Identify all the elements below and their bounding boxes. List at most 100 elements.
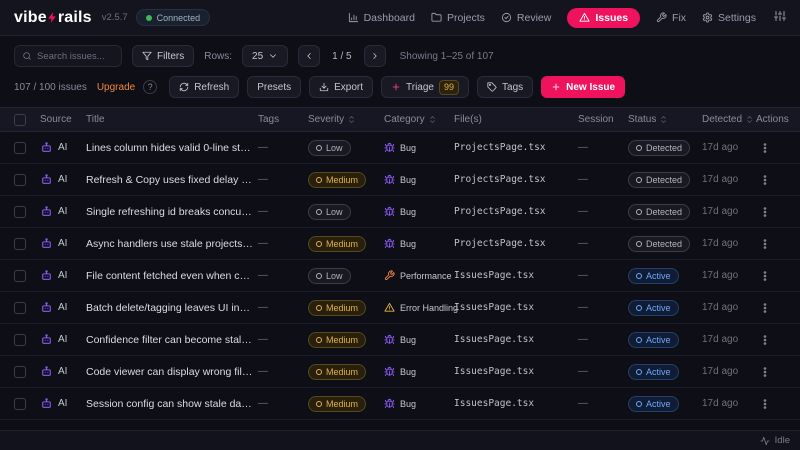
row-menu-button[interactable] <box>756 235 774 253</box>
issue-row[interactable]: AI Refresh & Copy uses fixed delay inste… <box>0 164 800 196</box>
kebab-menu-icon <box>763 206 767 217</box>
plus-icon <box>552 83 560 91</box>
issue-title: Session config can show stale data after… <box>86 397 254 410</box>
row-checkbox[interactable] <box>14 365 26 378</box>
status-badge: Detected <box>628 235 691 252</box>
issue-row[interactable]: AI Lines column hides valid 0-line stats… <box>0 132 800 164</box>
row-checkbox[interactable] <box>14 269 26 282</box>
quota-text: 107 / 100 issues <box>14 81 87 93</box>
source-cell: AI <box>40 365 82 378</box>
select-all-checkbox[interactable] <box>14 113 26 126</box>
severity-dot-icon <box>316 272 322 279</box>
issue-title: Batch delete/tagging leaves UI inconsist… <box>86 301 254 314</box>
source-label: AI <box>58 238 68 249</box>
col-status[interactable]: Status <box>628 114 698 125</box>
row-checkbox[interactable] <box>14 237 26 250</box>
nav-item-dashboard[interactable]: Dashboard <box>348 12 415 24</box>
presets-button[interactable]: Presets <box>247 76 302 98</box>
upgrade-link[interactable]: Upgrade <box>97 82 135 93</box>
main-nav: Dashboard Projects Review Issues Fix Set… <box>348 7 786 28</box>
search-icon <box>23 52 31 60</box>
severity-badge: Medium <box>308 395 367 412</box>
detected-cell: 17d ago <box>702 270 739 281</box>
bug-icon <box>384 366 395 377</box>
issue-row[interactable]: AI Batch delete/tagging leaves UI incons… <box>0 292 800 324</box>
sliders-button[interactable] <box>774 10 786 25</box>
row-menu-button[interactable] <box>756 363 774 381</box>
nav-item-review[interactable]: Review <box>501 12 551 24</box>
row-menu-button[interactable] <box>756 299 774 317</box>
kebab-menu-icon <box>763 398 767 409</box>
source-label: AI <box>58 142 68 153</box>
refresh-button[interactable]: Refresh <box>169 76 240 98</box>
tags-button[interactable]: Tags <box>477 76 534 98</box>
kebab-menu-icon <box>763 142 767 153</box>
category-cell: Performance <box>384 270 452 281</box>
dashboard-icon <box>348 12 358 23</box>
col-severity[interactable]: Severity <box>308 114 380 125</box>
status-dot-icon <box>636 240 642 247</box>
row-checkbox[interactable] <box>14 141 26 154</box>
row-menu-button[interactable] <box>756 331 774 349</box>
row-menu-button[interactable] <box>756 267 774 285</box>
category-label: Bug <box>400 174 417 185</box>
row-checkbox[interactable] <box>14 301 26 314</box>
row-menu-button[interactable] <box>756 171 774 189</box>
tags-cell: — <box>258 238 268 249</box>
source-cell: AI <box>40 141 82 154</box>
source-label: AI <box>58 398 68 409</box>
source-cell: AI <box>40 301 82 314</box>
file-cell: ProjectsPage.tsx <box>454 174 546 185</box>
nav-item-settings[interactable]: Settings <box>702 12 756 24</box>
detected-cell: 17d ago <box>702 174 739 185</box>
row-checkbox[interactable] <box>14 173 26 186</box>
source-cell: AI <box>40 205 82 218</box>
triage-button[interactable]: Triage 99 <box>381 76 470 98</box>
next-page-button[interactable] <box>363 45 386 67</box>
col-detected[interactable]: Detected <box>702 114 752 125</box>
issues-table-body: AI Lines column hides valid 0-line stats… <box>0 132 800 420</box>
row-checkbox[interactable] <box>14 397 26 410</box>
issue-row[interactable]: AI Single refreshing id breaks concurren… <box>0 196 800 228</box>
help-button[interactable]: ? <box>143 80 158 94</box>
issue-row[interactable]: AI Async handlers use stale projects sta… <box>0 228 800 260</box>
rows-select[interactable]: 25 <box>242 45 289 67</box>
source-label: AI <box>58 206 68 217</box>
gear-icon <box>702 12 713 23</box>
nav-item-projects[interactable]: Projects <box>431 12 485 24</box>
folder-icon <box>431 12 442 22</box>
row-checkbox[interactable] <box>14 333 26 346</box>
col-category[interactable]: Category <box>384 114 450 125</box>
severity-badge: Low <box>308 203 351 220</box>
nav-item-issues[interactable]: Issues <box>567 7 641 28</box>
nav-item-fix[interactable]: Fix <box>656 12 686 24</box>
issue-row[interactable]: AI Code viewer can display wrong file du… <box>0 356 800 388</box>
row-checkbox[interactable] <box>14 205 26 218</box>
issue-title: Lines column hides valid 0-line stats <box>86 141 254 154</box>
filters-button[interactable]: Filters <box>132 45 195 67</box>
category-cell: Bug <box>384 398 450 409</box>
issue-row[interactable]: AI File content fetched even when code p… <box>0 260 800 292</box>
search-input[interactable] <box>37 50 114 62</box>
export-button[interactable]: Export <box>309 76 374 98</box>
prev-page-button[interactable] <box>298 45 321 67</box>
category-cell: Bug <box>384 334 450 345</box>
new-issue-button[interactable]: New Issue <box>541 76 626 98</box>
category-cell: Bug <box>384 142 450 153</box>
bug-icon <box>384 142 395 153</box>
row-menu-button[interactable] <box>756 395 774 413</box>
connection-status: Connected <box>135 9 211 26</box>
search-box[interactable] <box>14 45 122 67</box>
session-cell: — <box>578 366 588 377</box>
app-logo: vibe rails <box>14 9 92 27</box>
row-menu-button[interactable] <box>756 203 774 221</box>
app-version: v2.5.7 <box>101 12 128 23</box>
tags-cell: — <box>258 334 268 345</box>
tags-cell: — <box>258 206 268 217</box>
source-cell: AI <box>40 397 82 410</box>
ai-robot-icon <box>42 206 51 216</box>
issue-row[interactable]: AI Confidence filter can become stale du… <box>0 324 800 356</box>
category-label: Performance <box>400 270 452 281</box>
issue-row[interactable]: AI Session config can show stale data af… <box>0 388 800 420</box>
row-menu-button[interactable] <box>756 139 774 157</box>
